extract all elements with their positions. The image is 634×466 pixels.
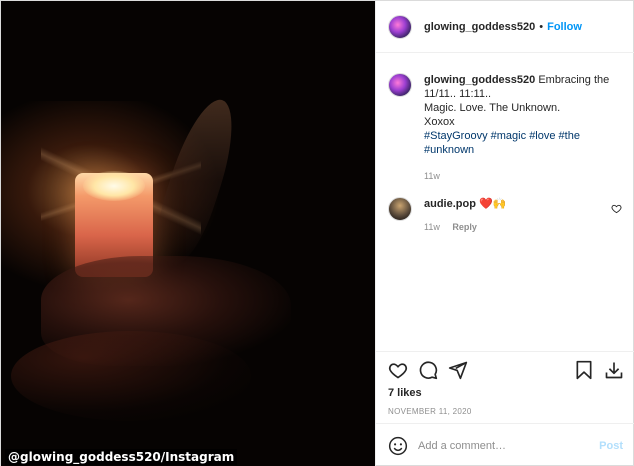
- share-icon[interactable]: [448, 360, 468, 380]
- download-icon[interactable]: [604, 360, 624, 380]
- comment-username[interactable]: audie.pop: [424, 198, 476, 210]
- photo-credit: @glowing_goddess520/Instagram: [5, 449, 238, 465]
- post-button[interactable]: Post: [599, 440, 623, 452]
- likes-count[interactable]: 7 likes: [388, 387, 422, 399]
- comment-time[interactable]: 11w: [424, 222, 440, 232]
- follow-button[interactable]: Follow: [547, 21, 582, 33]
- hashtag[interactable]: #love: [529, 130, 555, 142]
- post-date[interactable]: NOVEMBER 11, 2020: [388, 407, 472, 416]
- caption-time[interactable]: 11w: [424, 169, 628, 183]
- caption-text: glowing_goddess520 Embracing the 11/11..…: [424, 73, 628, 183]
- comment-input[interactable]: Add a comment…: [418, 440, 599, 452]
- avatar[interactable]: [388, 14, 412, 39]
- caption-line3: Xoxox: [424, 116, 455, 128]
- comment-meta: 11w Reply: [424, 222, 604, 232]
- comment: audie.pop ❤️🙌 11w Reply: [388, 197, 628, 232]
- caption-line2: Magic. Love. The Unknown.: [424, 102, 561, 114]
- hashtag[interactable]: #magic: [491, 130, 526, 142]
- heart-icon[interactable]: [388, 360, 408, 380]
- hashtag[interactable]: #StayGroovy: [424, 130, 488, 142]
- comment-icon[interactable]: [418, 360, 438, 380]
- action-icons: [388, 360, 624, 382]
- comment-body: audie.pop ❤️🙌 11w Reply: [424, 197, 604, 232]
- bookmark-icon[interactable]: [574, 360, 594, 380]
- comment-avatar[interactable]: [388, 197, 412, 221]
- emoji-icon[interactable]: [388, 436, 408, 456]
- caption: glowing_goddess520 Embracing the 11/11..…: [388, 73, 628, 183]
- reply-button[interactable]: Reply: [452, 222, 477, 232]
- add-comment-bar: Add a comment… Post: [376, 423, 634, 466]
- caption-username[interactable]: glowing_goddess520: [424, 74, 535, 86]
- post-photo[interactable]: @glowing_goddess520/Instagram: [1, 1, 375, 466]
- cloth: [11, 331, 251, 421]
- instagram-post: @glowing_goddess520/Instagram glowing_go…: [0, 0, 634, 466]
- hashtag[interactable]: #unknown: [424, 144, 474, 156]
- heart-icon[interactable]: [611, 203, 622, 217]
- comment-text: ❤️🙌: [479, 198, 507, 210]
- header-username[interactable]: glowing_goddess520: [424, 21, 535, 33]
- separator-dot: •: [539, 20, 544, 33]
- post-side-panel: glowing_goddess520 • Follow glowing_godd…: [375, 1, 634, 466]
- hashtag[interactable]: #the: [559, 130, 580, 142]
- caption-avatar[interactable]: [388, 73, 412, 97]
- post-header: glowing_goddess520 • Follow: [376, 1, 634, 53]
- caption-hashtags: #StayGroovy #magic #love #the #unknown: [424, 129, 628, 157]
